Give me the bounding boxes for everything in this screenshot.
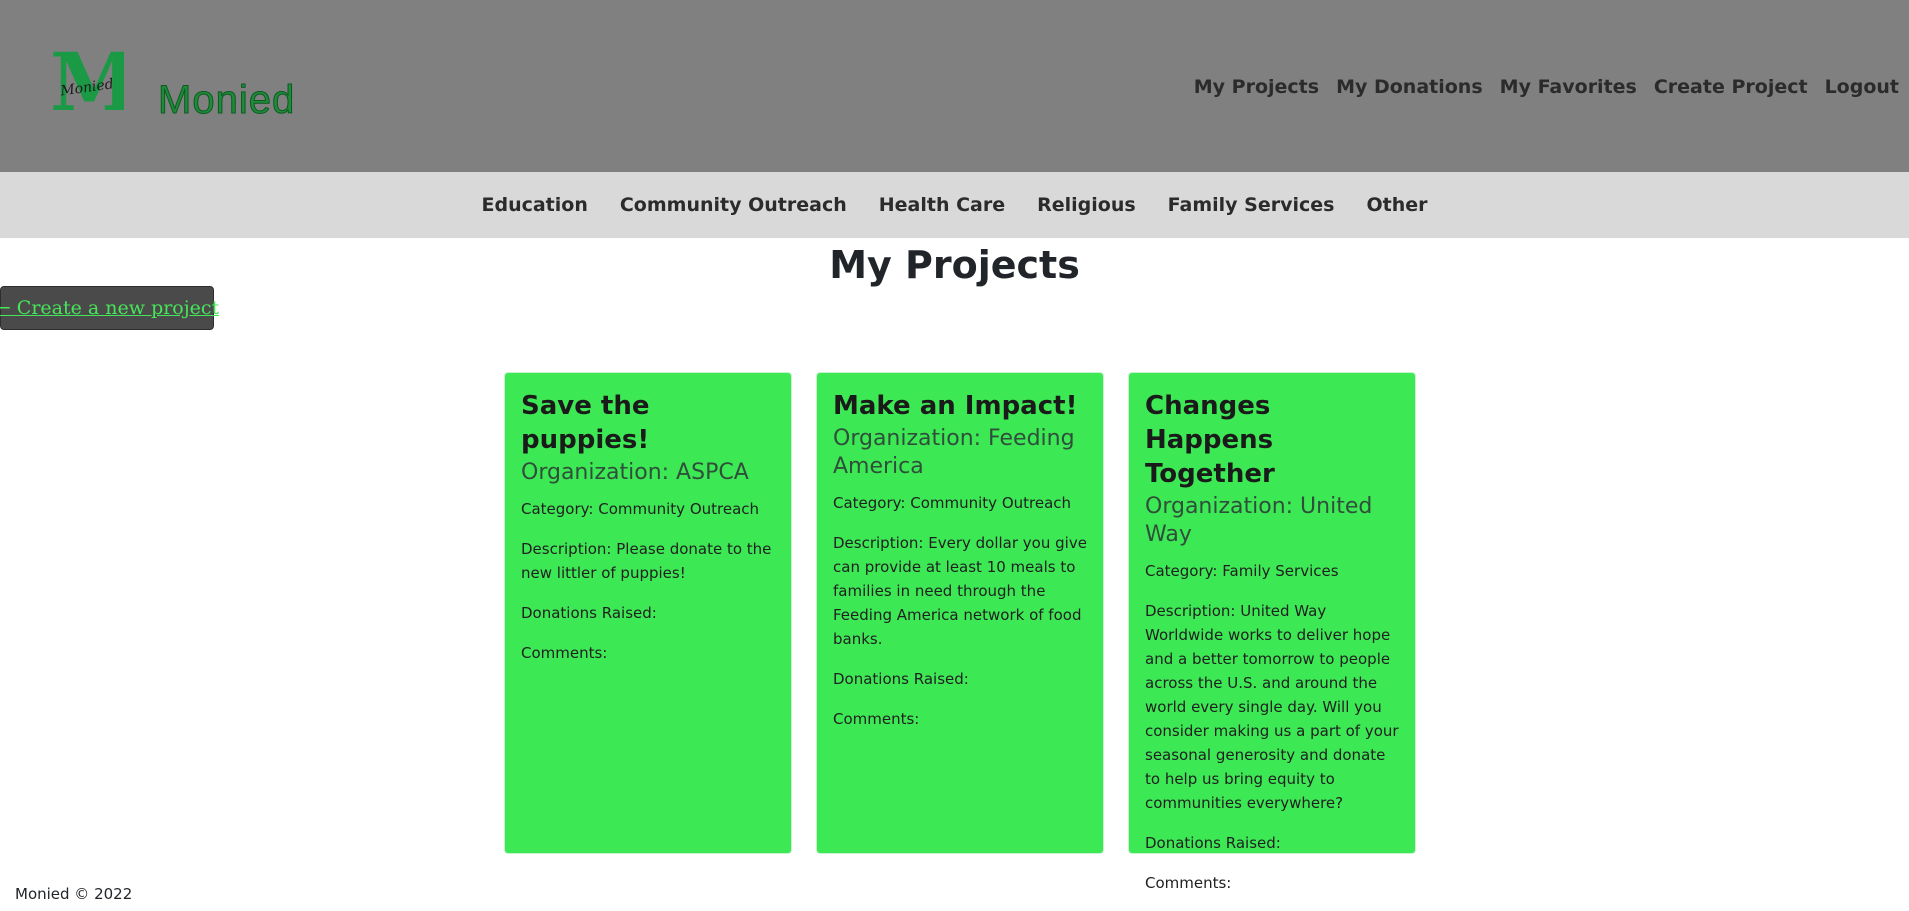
category-bar: Education Community Outreach Health Care… [0, 172, 1909, 238]
project-description: Description: United Way Worldwide works … [1145, 602, 1399, 812]
project-card[interactable]: Save the puppies! Organization: ASPCA Ca… [504, 372, 792, 854]
category-other[interactable]: Other [1366, 192, 1427, 218]
project-description: Description: Every dollar you give can p… [833, 534, 1087, 648]
site-header: M Monied Monied My Projects My Donations… [0, 0, 1909, 172]
project-comments: Comments: [1145, 874, 1232, 892]
nav-my-favorites[interactable]: My Favorites [1500, 74, 1637, 100]
project-title: Changes Happens Together [1145, 391, 1275, 489]
project-category: Category: Community Outreach [833, 494, 1072, 512]
category-nav: Education Community Outreach Health Care… [0, 192, 1909, 218]
category-health-care[interactable]: Health Care [879, 192, 1005, 218]
project-title: Save the puppies! [521, 391, 650, 455]
top-nav: My Projects My Donations My Favorites Cr… [1194, 74, 1899, 100]
project-organization: Organization: United Way [1145, 494, 1373, 547]
nav-create-project[interactable]: Create Project [1654, 74, 1808, 100]
nav-my-donations[interactable]: My Donations [1336, 74, 1483, 100]
project-card[interactable]: Changes Happens Together Organization: U… [1128, 372, 1416, 892]
nav-logout[interactable]: Logout [1825, 74, 1899, 100]
project-donations: Donations Raised: [521, 604, 657, 622]
category-family-services[interactable]: Family Services [1168, 192, 1335, 218]
project-comments: Comments: [521, 644, 608, 662]
project-organization: Organization: ASPCA [521, 460, 749, 485]
nav-my-projects[interactable]: My Projects [1194, 74, 1319, 100]
page-title: My Projects [829, 243, 1080, 287]
category-community-outreach[interactable]: Community Outreach [620, 192, 847, 218]
project-comments: Comments: [833, 710, 920, 728]
category-education[interactable]: Education [481, 192, 587, 218]
project-category: Category: Community Outreach [521, 500, 760, 518]
project-category: Category: Family Services [1145, 562, 1339, 580]
project-donations: Donations Raised: [1145, 834, 1281, 852]
logo-icon[interactable]: M Monied [48, 35, 139, 129]
project-card[interactable]: Make an Impact! Organization: Feeding Am… [816, 372, 1104, 854]
project-organization: Organization: Feeding America [833, 426, 1075, 479]
category-religious[interactable]: Religious [1037, 192, 1136, 218]
project-description: Description: Please donate to the new li… [521, 540, 772, 582]
footer-copyright: Monied © 2022 [15, 885, 133, 903]
create-project-button[interactable]: ← Create a new project [0, 286, 219, 330]
project-donations: Donations Raised: [833, 670, 969, 688]
create-project-link[interactable]: ← Create a new project [0, 297, 219, 319]
brand-name[interactable]: Monied [157, 76, 295, 124]
project-title: Make an Impact! [833, 391, 1078, 421]
